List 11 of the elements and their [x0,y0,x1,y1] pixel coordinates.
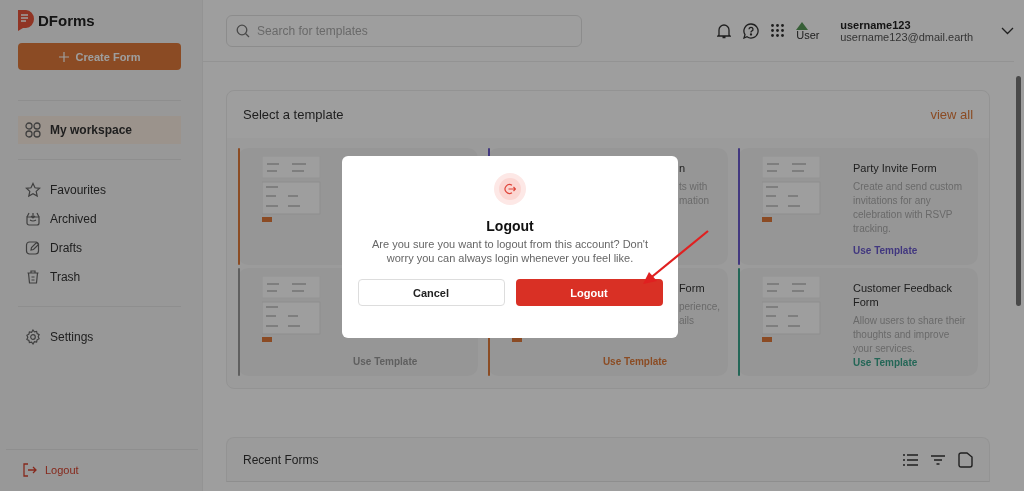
user-email: username123@dmail.earth [840,30,974,43]
card-title: n [678,161,687,175]
app-name: DForms [38,11,95,29]
user-name: username123 [840,18,912,31]
section-title: Select a template [243,107,344,122]
avatar-alt-text: User [796,30,821,41]
section-title: Recent Forms [243,452,319,467]
card-title: Customer Feedback Form [853,281,954,309]
dialog-title: Logout [486,218,534,234]
card-title: Party Invite Form [853,161,938,175]
dialog-message: Are you sure you want to logout from this account? Don't worry you can always login whenever you feel like. [371,237,649,265]
